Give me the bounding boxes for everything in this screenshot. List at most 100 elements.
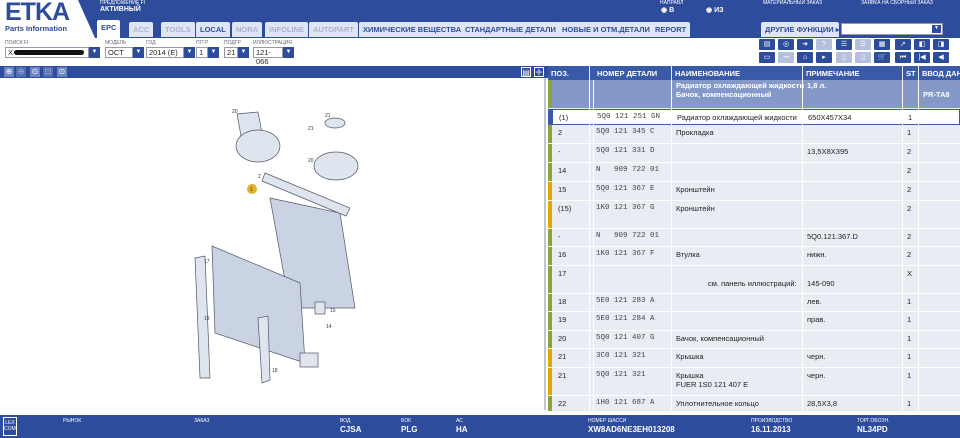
zoom-reset-icon[interactable]: ⊙ [57,67,67,77]
car-icon[interactable]: ➜ [797,39,813,50]
table-row[interactable]: 21 3C0 121 321 Крышка черн. 1 [548,349,960,368]
row-marker [548,266,552,293]
row-marker [548,182,552,200]
layout-icon[interactable]: ▤ [521,67,531,77]
search-fi-input[interactable]: X ▼ [5,47,100,58]
table-row[interactable]: 18 5E0 121 283 A лев. 1 [548,294,960,312]
year-select[interactable]: 2014 (E) ▼ [146,47,195,58]
cell-st: 2 [907,232,912,241]
cart-icon[interactable]: 🛒 [874,52,890,63]
table-row[interactable]: (1) 5Q0 121 251 GN Радиатор охлаждающей … [548,109,960,125]
tab-tools[interactable]: TOOLS [161,22,195,37]
col-header-input[interactable]: ВВОД ДАН [919,66,960,80]
row-marker [548,396,552,411]
radio-out-label: ИЗ [714,7,724,14]
group-label: ПГГР [196,40,209,46]
model-select[interactable]: OCT ▼ [105,47,144,58]
tab-nora[interactable]: NORA [232,22,263,37]
cell-st: 2 [907,166,912,175]
tab-acc[interactable]: ACC [129,22,154,37]
tree-icon[interactable]: ▦ [874,39,890,50]
group-select[interactable]: 1 ▼ [196,47,219,58]
cell-part-number: 1K0 121 367 F [596,250,655,258]
table-row[interactable]: 16 1K0 121 367 F Втулка нижн. 2 [548,247,960,266]
card-icon[interactable]: ▭ [759,52,775,63]
table-row[interactable]: 2 5Q0 121 345 C Прокладка 1 [548,125,960,144]
table-row[interactable]: 22 1H0 121 687 A Уплотнительное кольцо 2… [548,396,960,412]
chevron-down-icon[interactable]: ▼ [238,47,249,58]
radio-in[interactable]: ◉ В [661,6,674,14]
vehicle-icon[interactable]: ⌂ [797,52,813,63]
chevron-down-icon[interactable]: ▼ [283,47,294,58]
gearbox-code: PLG [401,425,418,434]
zoom-fit-icon[interactable]: ⊙ [30,67,40,77]
prev-icon[interactable]: ◀ [933,52,949,63]
table-row[interactable]: (15) 1K0 121 367 G Кронштейн 2 [548,201,960,229]
tab-new-parts[interactable]: НОВЫЕ И ОТМ.ДЕТАЛИ [558,22,654,37]
cell-st: 1 [907,128,912,137]
cell-st: 2 [907,250,912,259]
chevron-down-icon[interactable]: ▼ [208,47,219,58]
tab-chemicals[interactable]: ХИМИЧЕСКИЕ ВЕЩЕСТВА [359,22,466,37]
table-row[interactable]: 21 5Q0 121 321 Крышка FUER 1S0 121 407 E… [548,368,960,396]
next-page-icon[interactable]: ◨ [933,39,949,50]
tab-local[interactable]: LOCAL [196,22,230,37]
first-icon[interactable]: ⏮ [895,52,911,63]
table-row[interactable]: - N 909 722 01 5Q0.121.367.D 2 [548,229,960,247]
col-header-note[interactable]: ПРИМЕЧАНИЕ [803,66,902,80]
cell-part-number: N 909 722 01 [596,166,660,174]
search-label: ПОИСК FI [5,40,29,46]
part-bushing [299,352,319,368]
other-functions-button[interactable]: ДРУГИЕ ФУНКЦИИ ▸ [761,22,840,37]
chevron-down-icon[interactable]: ▼ [184,47,195,58]
illustration-label: ИЛЛЮСТРАЦИЯ [253,40,292,46]
tab-epc[interactable]: EPC [97,20,121,38]
table-row[interactable]: 17 см. панель иллюстраций: 145-090 X [548,266,960,294]
table-row[interactable]: - 5Q0 121 331 D 13,5X8X395 2 [548,144,960,163]
list-icon[interactable]: ☰ [836,39,852,50]
zoom-out-icon[interactable]: ⊖ [16,67,26,77]
col-header-st[interactable]: ST [903,66,918,80]
list2-icon[interactable]: ☰ [855,39,871,50]
table-row[interactable]: 19 5E0 121 284 A прав. 1 [548,312,960,331]
tab-autopart[interactable]: AUTOPART [309,22,358,37]
tab-report[interactable]: REPORT [651,22,691,37]
chevron-down-icon[interactable]: ▼ [133,47,144,58]
key-icon[interactable]: ⊸ [778,52,794,63]
back-icon[interactable]: |◀ [914,52,930,63]
trade-code: NL34PD [857,425,888,434]
search-parts-icon[interactable]: ◎ [778,39,794,50]
table-row[interactable]: 20 5Q0 121 407 G Бачок, компенсационный … [548,331,960,349]
pin-icon[interactable]: ➚ [895,39,911,50]
col-header-name[interactable]: НАИМЕНОВАНИЕ [672,66,802,80]
table-row[interactable]: 15 5Q0 121 367 E Кронштейн 2 [548,182,960,201]
arrow-icon[interactable]: ▸ [816,52,832,63]
col-header-part-number[interactable]: НОМЕР ДЕТАЛИ [594,66,671,80]
tab-infoline[interactable]: INFOLINE [265,22,308,37]
col-header-pos[interactable]: ПОЗ. [548,66,589,80]
chevron-down-icon[interactable]: ▼ [89,47,100,58]
tab-standard-parts[interactable]: СТАНДАРТНЫЕ ДЕТАЛИ [461,22,560,37]
cell-note: 5Q0.121.367.D [807,232,858,241]
document-icon[interactable]: ▯ [855,52,871,63]
split-icon[interactable]: ✛ [534,67,544,77]
cell-pos: 14 [558,166,567,175]
subgroup-select[interactable]: 21 ▼ [224,47,249,58]
illustration-select[interactable]: 121-066 ▼ [253,47,294,66]
production-date: 16.11.2013 [751,425,791,434]
part-clip [314,301,326,315]
table-row[interactable]: 14 N 909 722 01 2 [548,163,960,182]
cell-pos: 2 [558,128,563,137]
order-label: ЗАКАЗ [194,418,210,424]
other-functions-select[interactable]: ▼ [841,23,943,35]
compare-icon[interactable]: ▯ [836,52,852,63]
prev-page-icon[interactable]: ◧ [914,39,930,50]
parts-diagram[interactable]: 20 21 20 21 2 1 17 19 18 15 14 [0,78,546,410]
cell-st: 1 [907,334,912,343]
info-icon[interactable]: ? [816,39,832,50]
radio-out[interactable]: ◉ ИЗ [706,6,723,14]
print-icon[interactable]: ▤ [759,39,775,50]
zoom-region-icon[interactable]: ⊡ [43,67,53,77]
axle-label: АС [456,418,463,424]
zoom-in-icon[interactable]: ⊕ [4,67,14,77]
